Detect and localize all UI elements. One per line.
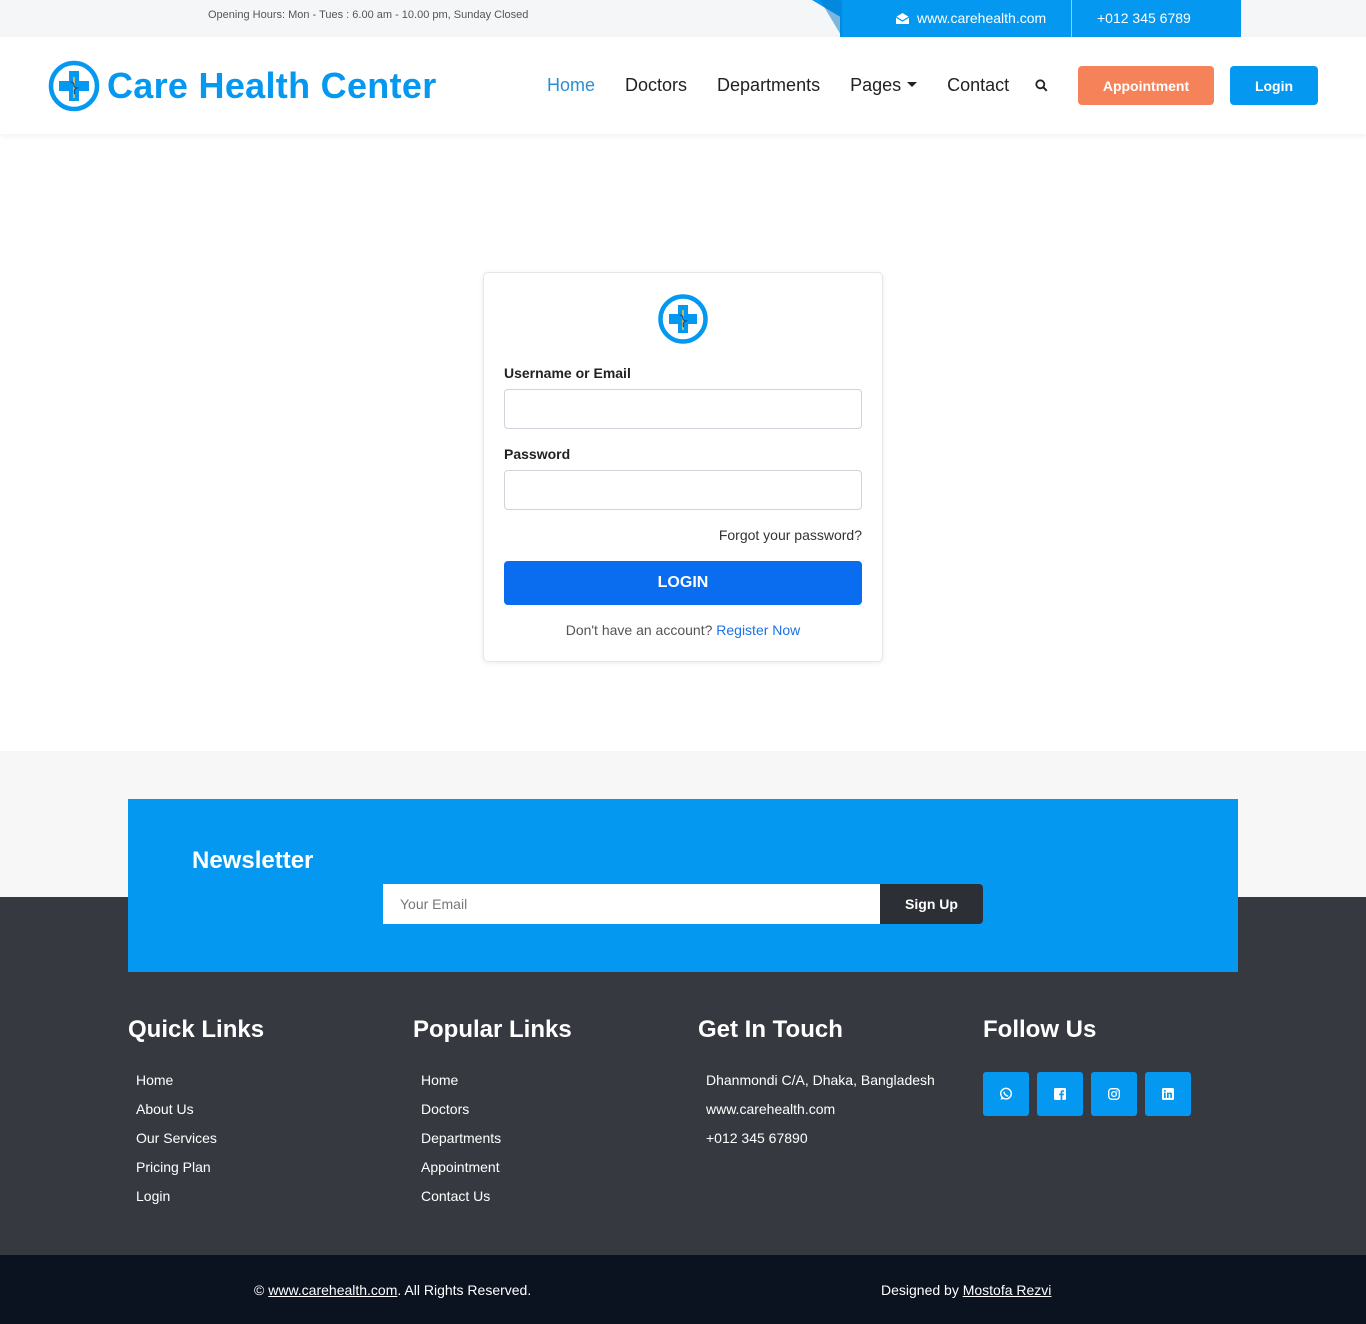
popular-link[interactable]: Home [421, 1072, 572, 1101]
get-in-touch-title: Get In Touch [698, 1016, 843, 1043]
copyright-text: © www.carehealth.com. All Rights Reserve… [254, 1282, 531, 1298]
designer-link[interactable]: Mostofa Rezvi [963, 1282, 1052, 1298]
top-bar-divider [1071, 0, 1072, 37]
nav-pages-dropdown[interactable]: Pages [850, 75, 918, 96]
instagram-button[interactable] [1091, 1072, 1137, 1116]
appointment-button[interactable]: Appointment [1078, 66, 1214, 105]
top-bar: Opening Hours: Mon - Tues : 6.00 am - 10… [0, 0, 1366, 37]
main-nav: Home Doctors Departments Pages Contact [547, 75, 1009, 96]
username-label: Username or Email [504, 365, 631, 381]
brand-logo[interactable]: Care Health Center [48, 60, 437, 112]
brand-name: Care Health Center [107, 65, 437, 106]
nav-home[interactable]: Home [547, 75, 595, 96]
quick-link[interactable]: Pricing Plan [136, 1159, 264, 1188]
popular-links-title: Popular Links [413, 1016, 572, 1043]
nav-pages-label: Pages [850, 75, 902, 95]
follow-us-column: Follow Us [983, 1016, 1191, 1116]
facebook-button[interactable] [1037, 1072, 1083, 1116]
envelope-icon [895, 12, 910, 24]
quick-link[interactable]: About Us [136, 1101, 264, 1130]
designed-by-text: Designed by [881, 1282, 959, 1298]
quick-link[interactable]: Home [136, 1072, 264, 1101]
top-bar-slant-accent [820, 0, 842, 37]
search-icon [1035, 79, 1048, 92]
newsletter-title: Newsletter [192, 847, 314, 874]
newsletter-signup-button[interactable]: Sign Up [880, 884, 983, 924]
quick-link[interactable]: Our Services [136, 1130, 264, 1159]
social-buttons [983, 1072, 1191, 1116]
linkedin-icon [1162, 1088, 1174, 1100]
copyright-rest: . All Rights Reserved. [397, 1282, 532, 1298]
login-logo [657, 293, 709, 350]
newsletter-email-input[interactable]: Your Email [383, 884, 880, 924]
username-input[interactable] [504, 389, 862, 429]
opening-hours: Opening Hours: Mon - Tues : 6.00 am - 10… [208, 9, 529, 21]
password-label: Password [504, 446, 571, 462]
whatsapp-icon [999, 1087, 1013, 1100]
copyright-link[interactable]: www.carehealth.com [268, 1282, 397, 1298]
header-login-button[interactable]: Login [1230, 66, 1318, 105]
popular-link[interactable]: Appointment [421, 1159, 572, 1188]
forgot-password-link[interactable]: Forgot your password? [719, 527, 862, 543]
caret-down-icon [907, 82, 918, 87]
site-header: Care Health Center Home Doctors Departme… [0, 37, 1366, 134]
designer-credit: Designed by Mostofa Rezvi [881, 1282, 1051, 1298]
search-button[interactable] [1035, 79, 1048, 97]
popular-links-column: Popular Links Home Doctors Departments A… [413, 1016, 572, 1217]
quick-links-column: Quick Links Home About Us Our Services P… [128, 1016, 264, 1217]
quick-link[interactable]: Login [136, 1188, 264, 1217]
login-card: Username or Email Password Forgot your p… [483, 272, 883, 662]
popular-link[interactable]: Doctors [421, 1101, 572, 1130]
whatsapp-button[interactable] [983, 1072, 1029, 1116]
get-in-touch-column: Get In Touch Dhanmondi C/A, Dhaka, Bangl… [698, 1016, 935, 1159]
login-submit-button[interactable]: LOGIN [504, 561, 862, 605]
nav-contact[interactable]: Contact [947, 75, 1009, 96]
linkedin-button[interactable] [1145, 1072, 1191, 1116]
contact-website[interactable]: www.carehealth.com [706, 1101, 935, 1130]
contact-address: Dhanmondi C/A, Dhaka, Bangladesh [706, 1072, 935, 1088]
copyright-bar: © www.carehealth.com. All Rights Reserve… [0, 1255, 1366, 1324]
instagram-icon [1108, 1088, 1120, 1100]
register-prompt: Don't have an account? Register Now [484, 622, 882, 638]
medical-cross-logo-icon [48, 60, 100, 112]
top-website-text: www.carehealth.com [917, 10, 1047, 26]
popular-link[interactable]: Contact Us [421, 1188, 572, 1217]
quick-links-title: Quick Links [128, 1016, 265, 1043]
contact-phone[interactable]: +012 345 67890 [706, 1130, 935, 1159]
popular-link[interactable]: Departments [421, 1130, 572, 1159]
top-phone[interactable]: +012 345 6789 [1097, 10, 1191, 26]
medical-cross-icon [658, 294, 708, 344]
password-input[interactable] [504, 470, 862, 510]
newsletter-section: Newsletter Your Email Sign Up [128, 799, 1238, 972]
no-account-text: Don't have an account? [565, 622, 713, 638]
copyright-symbol: © [254, 1282, 265, 1298]
register-link[interactable]: Register Now [716, 622, 800, 638]
nav-departments[interactable]: Departments [717, 75, 820, 96]
nav-doctors[interactable]: Doctors [625, 75, 687, 96]
follow-us-title: Follow Us [983, 1016, 1097, 1043]
top-website-link[interactable]: www.carehealth.com [895, 10, 1046, 26]
facebook-icon [1054, 1088, 1066, 1100]
